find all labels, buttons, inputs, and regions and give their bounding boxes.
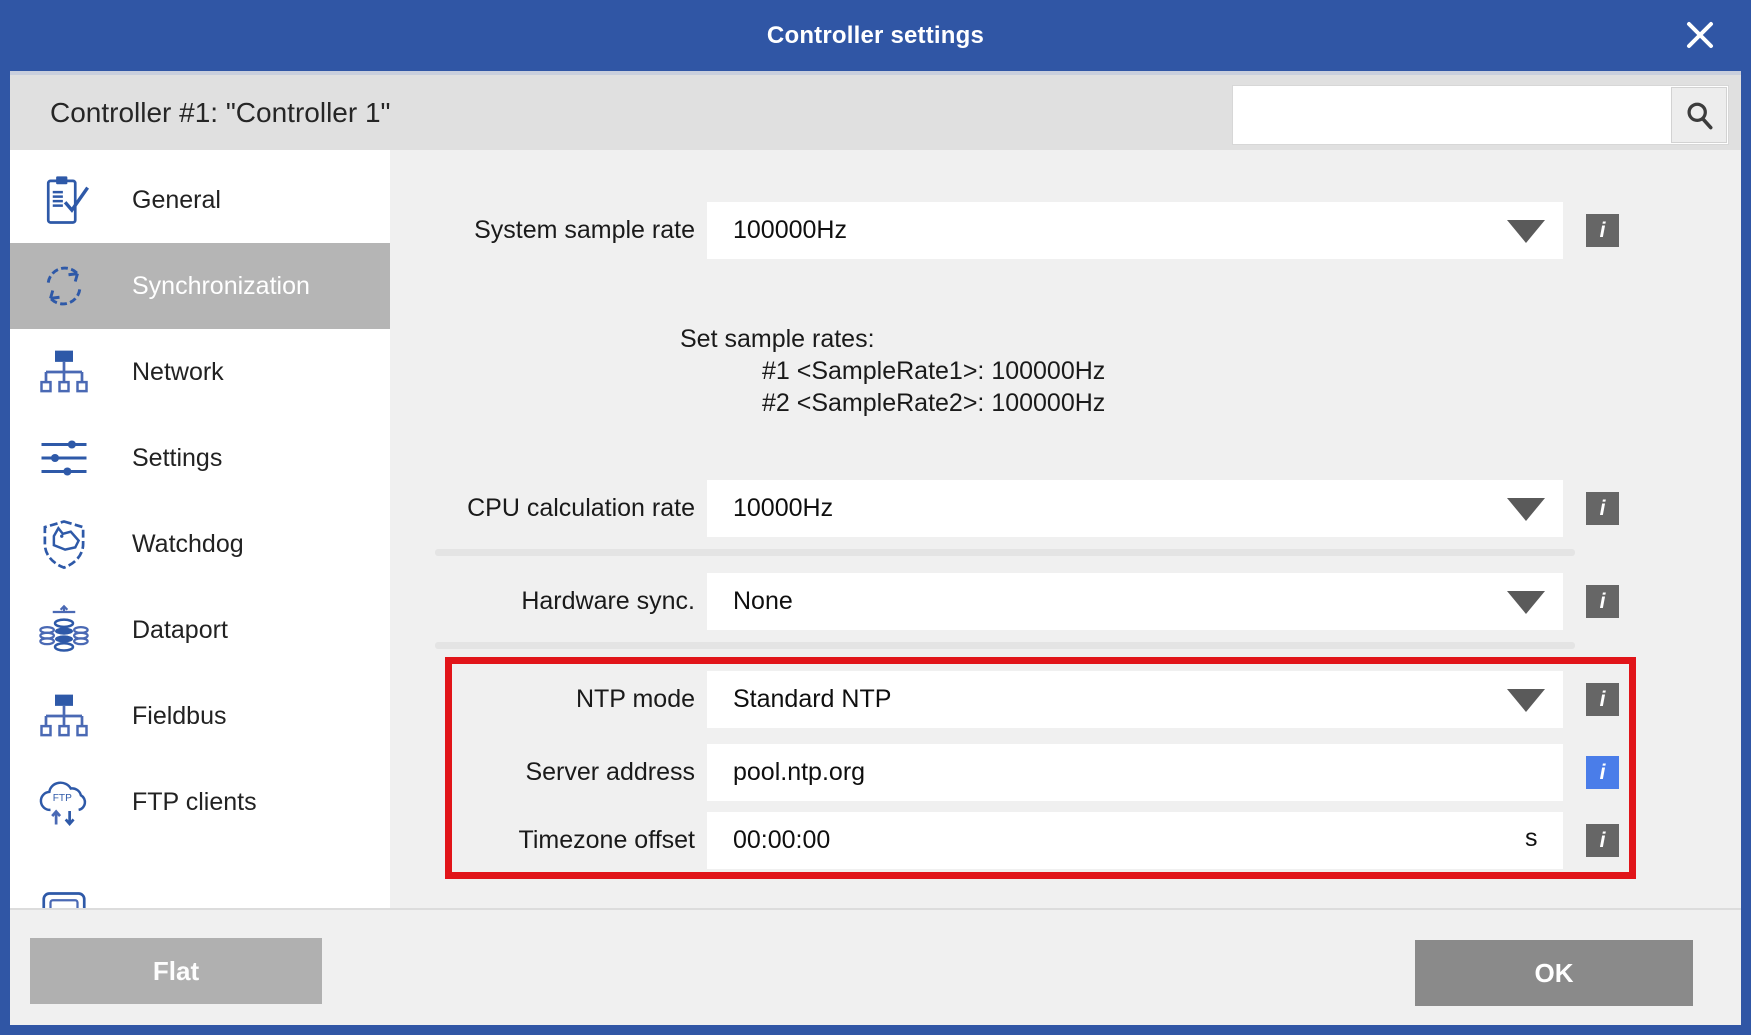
ok-button[interactable]: OK xyxy=(1415,940,1693,1006)
hardware-sync-label: Hardware sync. xyxy=(255,573,695,630)
close-button[interactable] xyxy=(1679,14,1721,56)
dialog-body: Controller #1: "Controller 1" xyxy=(10,71,1741,1025)
dropdown-arrow-icon xyxy=(1507,498,1545,521)
search-box xyxy=(1232,85,1729,145)
flat-button[interactable]: Flat xyxy=(30,938,322,1004)
search-icon xyxy=(1681,97,1717,133)
cpu-calculation-rate-value: 10000Hz xyxy=(733,494,833,523)
sample-rates-note: Set sample rates: #1 <SampleRate1>: 1000… xyxy=(680,323,1105,419)
search-input[interactable] xyxy=(1233,86,1665,144)
system-sample-rate-label: System sample rate xyxy=(255,202,695,259)
dropdown-arrow-icon xyxy=(1507,220,1545,243)
sidebar-item-label: FTP clients xyxy=(132,788,257,817)
server-address-input[interactable] xyxy=(707,744,1563,801)
sidebar-item-label: Watchdog xyxy=(132,530,244,559)
sample-rate-1-line: #1 <SampleRate1>: 100000Hz xyxy=(762,355,1105,387)
sync-arrows-icon xyxy=(36,258,92,314)
sidebar-item-label: Synchronization xyxy=(132,272,310,301)
server-address-label: Server address xyxy=(255,744,695,801)
timezone-offset-label: Timezone offset xyxy=(255,812,695,869)
title-bar: Controller settings xyxy=(0,0,1751,71)
ntp-mode-value: Standard NTP xyxy=(733,685,891,714)
hardware-sync-value: None xyxy=(733,587,793,616)
cpu-calculation-rate-dropdown[interactable]: 10000Hz xyxy=(707,480,1563,537)
system-sample-rate-value: 100000Hz xyxy=(733,216,847,245)
ftp-cloud-icon: FTP xyxy=(36,774,92,830)
sample-rates-note-heading: Set sample rates: xyxy=(680,323,1105,355)
system-sample-rate-dropdown[interactable]: 100000Hz xyxy=(707,202,1563,259)
cpu-calculation-rate-info-button[interactable]: i xyxy=(1586,492,1619,525)
footer-divider xyxy=(10,908,1741,910)
svg-text:FTP: FTP xyxy=(53,793,72,804)
panel-icon xyxy=(36,888,92,908)
network-tree-icon xyxy=(36,344,92,400)
sidebar-item-label: General xyxy=(132,186,221,215)
sample-rate-2-line: #2 <SampleRate2>: 100000Hz xyxy=(762,387,1105,419)
watchdog-shield-icon xyxy=(36,516,92,572)
sidebar-item-partial[interactable] xyxy=(10,873,390,908)
cpu-calculation-rate-label: CPU calculation rate xyxy=(255,480,695,537)
hardware-sync-dropdown[interactable]: None xyxy=(707,573,1563,630)
sliders-icon xyxy=(36,430,92,486)
sidebar-item-label: Fieldbus xyxy=(132,702,227,731)
timezone-offset-info-button[interactable]: i xyxy=(1586,824,1619,857)
timezone-unit-label: s xyxy=(1525,824,1538,853)
controller-settings-dialog: Controller settings Controller #1: "Cont… xyxy=(0,0,1751,1035)
dialog-title: Controller settings xyxy=(767,22,984,50)
controller-name-title: Controller #1: "Controller 1" xyxy=(50,75,390,150)
clipboard-check-icon xyxy=(36,172,92,228)
header: Controller #1: "Controller 1" xyxy=(10,71,1741,150)
divider xyxy=(435,549,1575,556)
sidebar-item-label: Settings xyxy=(132,444,222,473)
search-button[interactable] xyxy=(1671,87,1727,143)
fieldbus-tree-icon xyxy=(36,688,92,744)
server-address-info-button[interactable]: i xyxy=(1586,756,1619,789)
ntp-mode-info-button[interactable]: i xyxy=(1586,683,1619,716)
dropdown-arrow-icon xyxy=(1507,591,1545,614)
timezone-offset-input[interactable] xyxy=(707,812,1563,869)
ntp-mode-label: NTP mode xyxy=(255,671,695,728)
sidebar-item-label: Network xyxy=(132,358,224,387)
sidebar-item-network[interactable]: Network xyxy=(10,329,390,415)
ntp-mode-dropdown[interactable]: Standard NTP xyxy=(707,671,1563,728)
divider xyxy=(435,642,1575,649)
close-icon xyxy=(1683,18,1717,52)
system-sample-rate-info-button[interactable]: i xyxy=(1586,214,1619,247)
dropdown-arrow-icon xyxy=(1507,689,1545,712)
sidebar-item-label: Dataport xyxy=(132,616,228,645)
database-stack-icon xyxy=(36,602,92,658)
hardware-sync-info-button[interactable]: i xyxy=(1586,585,1619,618)
